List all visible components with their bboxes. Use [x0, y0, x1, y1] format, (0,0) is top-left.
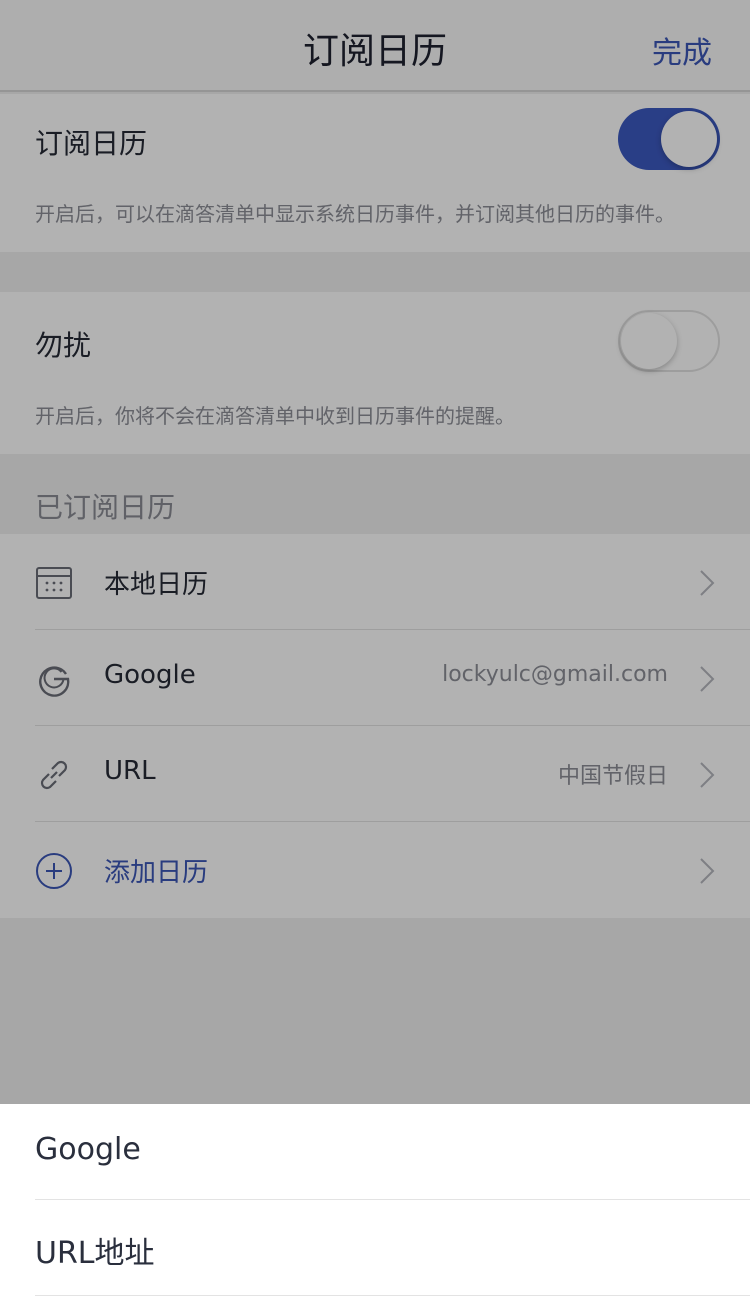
action-sheet-item-label: URL地址 — [35, 1236, 155, 1271]
action-sheet-item-label: Google — [35, 1132, 141, 1167]
modal-dim-overlay[interactable] — [0, 0, 750, 1104]
action-sheet: Google URL地址 — [0, 1104, 750, 1296]
action-sheet-item-url[interactable]: URL地址 — [0, 1200, 750, 1296]
action-sheet-item-google[interactable]: Google — [0, 1104, 750, 1200]
